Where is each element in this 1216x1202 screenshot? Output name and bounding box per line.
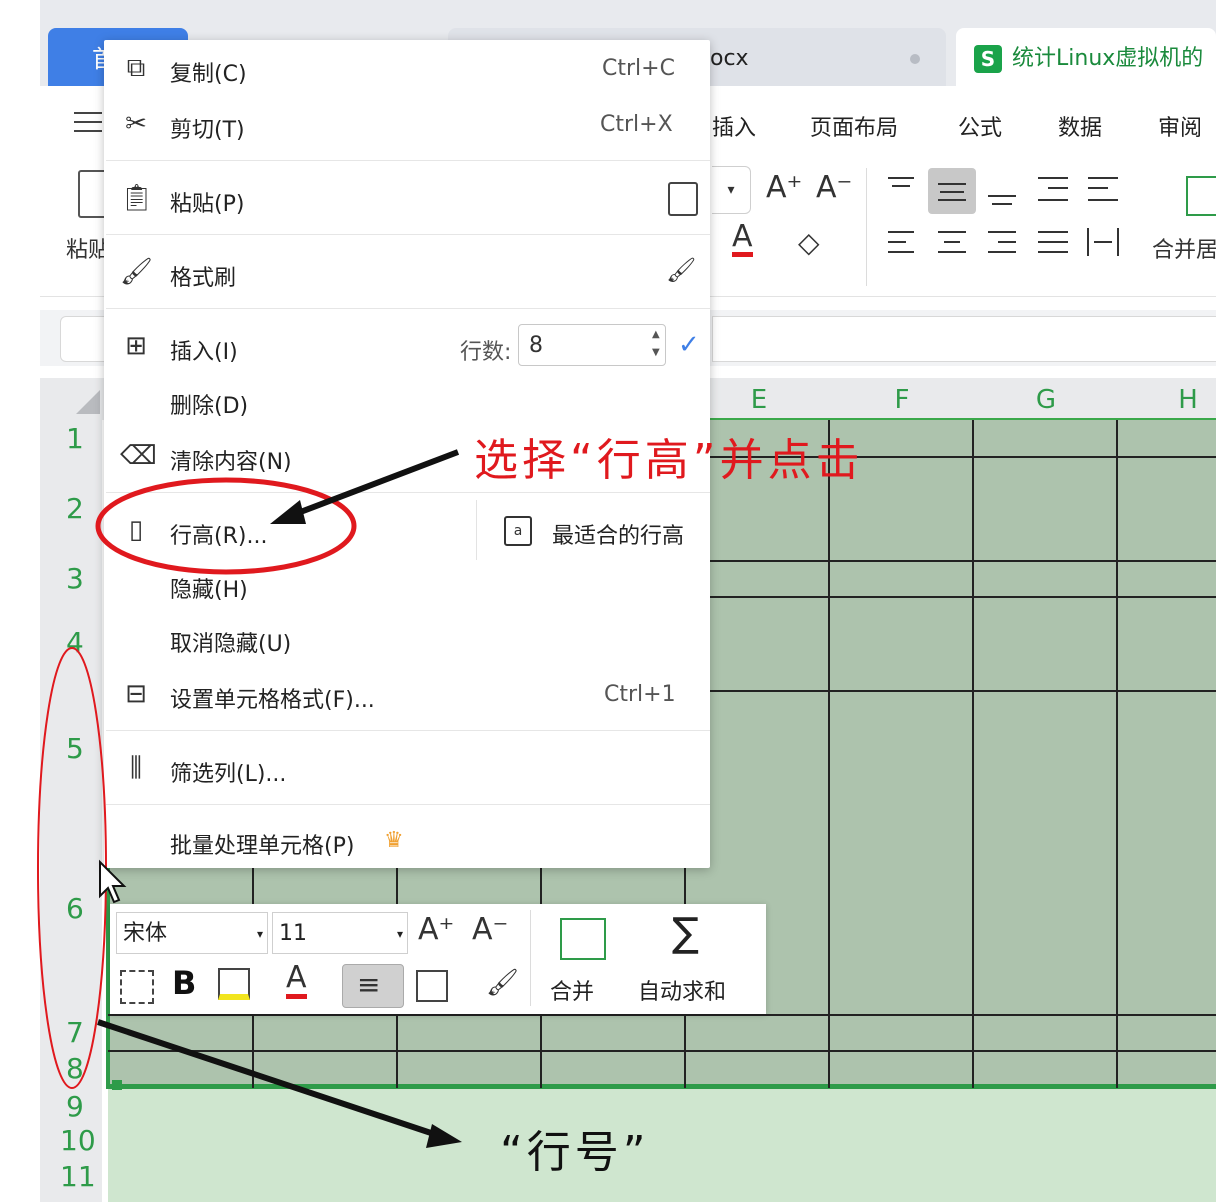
font-shrink-icon[interactable]: A⁻ xyxy=(816,170,852,205)
tab-review[interactable]: 审阅 xyxy=(1158,110,1202,142)
menu-hamburger-icon[interactable] xyxy=(74,112,102,134)
row-header-3[interactable]: 3 xyxy=(40,562,102,595)
font-dropdown-icon: ▾ xyxy=(256,927,263,941)
font-size-dropdown-icon[interactable]: ▾ xyxy=(712,166,751,214)
crown-premium-icon: ♛ xyxy=(384,828,404,853)
rows-stepper-icon[interactable]: ▲ ▼ xyxy=(652,326,660,362)
tab-formula[interactable]: 公式 xyxy=(958,110,1002,142)
mini-merge-icon[interactable] xyxy=(560,918,606,960)
column-header-e[interactable]: E xyxy=(712,378,806,420)
mini-format-painter-icon[interactable]: 🖌︎ xyxy=(486,968,519,998)
mini-bold-icon[interactable]: B xyxy=(172,964,196,1002)
mini-font-shrink-icon[interactable]: A⁻ xyxy=(472,912,508,947)
menu-item-delete[interactable]: 删除(D) xyxy=(170,388,248,420)
menu-item-insert[interactable]: 插入(I) xyxy=(170,334,238,366)
mini-autosum-label[interactable]: 自动求和 xyxy=(638,974,726,1006)
cut-shortcut: Ctrl+X xyxy=(600,112,673,137)
row-height-icon: ▯ xyxy=(128,515,144,545)
row-header-5[interactable]: 5 xyxy=(40,732,102,765)
selection-border-bottom xyxy=(106,1084,1216,1089)
spreadsheet-app-icon: S xyxy=(974,45,1002,73)
menu-item-batch-process[interactable]: 批量处理单元格(P) xyxy=(170,828,354,860)
row-header-9[interactable]: 9 xyxy=(40,1090,102,1123)
format-painter-multi-icon[interactable]: 🖌︎ xyxy=(666,256,696,286)
copy-icon: ⧉ xyxy=(126,53,146,83)
mini-border-icon[interactable] xyxy=(416,970,448,1002)
menu-item-clear[interactable]: 清除内容(N) xyxy=(170,444,292,476)
format-painter-icon: 🖌︎ xyxy=(120,257,154,287)
merge-center-icon[interactable] xyxy=(1186,176,1216,216)
merge-center-label: 合并居 xyxy=(1152,238,1216,263)
mini-font-size: 11 xyxy=(279,921,307,946)
mini-font-color-icon[interactable]: A xyxy=(286,962,307,999)
annotation-select-row-height: 选择“行高”并点击 xyxy=(474,435,864,486)
tab-data[interactable]: 数据 xyxy=(1058,110,1102,142)
tab-close-dot-icon[interactable] xyxy=(910,54,920,64)
mini-font-grow-icon[interactable]: A⁺ xyxy=(418,912,454,947)
tab-active-label: 统计Linux虚拟机的 xyxy=(1012,46,1204,71)
row-header-10[interactable]: 10 xyxy=(40,1124,102,1157)
column-header-g[interactable]: G xyxy=(974,378,1118,420)
clear-icon: ⌫ xyxy=(120,441,157,471)
alignment-icons[interactable] xyxy=(880,168,1130,264)
tab-active-spreadsheet[interactable]: S 统计Linux虚拟机的 xyxy=(956,28,1216,90)
menu-item-best-fit-row-height[interactable]: 最适合的行高 xyxy=(552,518,684,550)
fill-handle[interactable] xyxy=(112,1080,122,1090)
insert-icon: ⊞ xyxy=(125,331,147,361)
size-dropdown-icon: ▾ xyxy=(396,927,403,941)
menu-item-cut[interactable]: 剪切(T) xyxy=(170,112,245,144)
copy-shortcut: Ctrl+C xyxy=(602,56,675,81)
eraser-icon[interactable]: ◇ xyxy=(798,226,820,259)
column-header-f[interactable]: F xyxy=(830,378,974,420)
menu-item-hide[interactable]: 隐藏(H) xyxy=(170,572,248,604)
autosum-sigma-icon[interactable]: ∑ xyxy=(672,910,699,956)
cut-icon: ✂ xyxy=(125,109,147,139)
format-cells-shortcut: Ctrl+1 xyxy=(604,682,676,707)
mini-align-center-icon[interactable]: ≡ xyxy=(342,964,404,1008)
font-grow-icon[interactable]: A⁺ xyxy=(766,170,802,205)
insert-rows-value: 8 xyxy=(529,333,543,358)
menu-item-format-cells[interactable]: 设置单元格格式(F)... xyxy=(170,682,375,714)
paste-icon: 📋︎ xyxy=(120,183,154,213)
menu-split-divider xyxy=(476,500,477,560)
tab-document-label: ocx xyxy=(710,46,749,71)
mini-fill-color-icon[interactable] xyxy=(218,968,250,1000)
tab-page-layout[interactable]: 页面布局 xyxy=(810,110,898,142)
ribbon-divider xyxy=(866,168,867,286)
column-header-h[interactable]: H xyxy=(1118,378,1216,420)
format-cells-icon: ⊟ xyxy=(125,679,147,709)
mini-merge-label[interactable]: 合并 xyxy=(550,974,594,1006)
filter-columns-icon: ⫼ xyxy=(130,753,142,783)
tab-insert[interactable]: 插入 xyxy=(712,110,756,142)
row-header-2[interactable]: 2 xyxy=(40,492,102,525)
menu-item-filter-columns[interactable]: 筛选列(L)... xyxy=(170,756,286,788)
menu-item-unhide[interactable]: 取消隐藏(U) xyxy=(170,626,291,658)
highlighted-rows[interactable] xyxy=(108,1088,1216,1202)
select-all-corner-icon[interactable] xyxy=(76,390,100,414)
row-header-6[interactable]: 6 xyxy=(40,892,102,925)
row-header-11[interactable]: 11 xyxy=(40,1160,102,1193)
paste-options-icon[interactable] xyxy=(668,182,698,216)
mini-select-icon[interactable] xyxy=(120,970,154,1004)
row-header-8[interactable]: 8 xyxy=(40,1052,102,1085)
insert-rows-label: 行数: xyxy=(460,340,512,365)
formula-input[interactable] xyxy=(712,316,1216,362)
annotation-row-number: “行号” xyxy=(500,1127,650,1178)
mini-font-name-select[interactable]: 宋体 ▾ xyxy=(116,912,268,954)
best-fit-row-height-icon: a xyxy=(504,516,532,546)
confirm-check-icon[interactable]: ✓ xyxy=(678,330,700,360)
font-color-icon[interactable]: A xyxy=(732,222,753,257)
insert-rows-input[interactable]: 8 xyxy=(518,324,666,366)
menu-item-copy[interactable]: 复制(C) xyxy=(170,56,247,88)
mini-divider xyxy=(530,910,531,1006)
mini-font-name: 宋体 xyxy=(123,921,168,946)
menu-item-format-painter[interactable]: 格式刷 xyxy=(170,260,236,292)
row-header-7[interactable]: 7 xyxy=(40,1016,102,1049)
menu-item-row-height[interactable]: 行高(R)... xyxy=(170,518,267,550)
mini-font-size-select[interactable]: 11 ▾ xyxy=(272,912,408,954)
row-header-4[interactable]: 4 xyxy=(40,626,102,659)
row-header-1[interactable]: 1 xyxy=(40,422,102,455)
menu-item-paste[interactable]: 粘贴(P) xyxy=(170,186,244,218)
